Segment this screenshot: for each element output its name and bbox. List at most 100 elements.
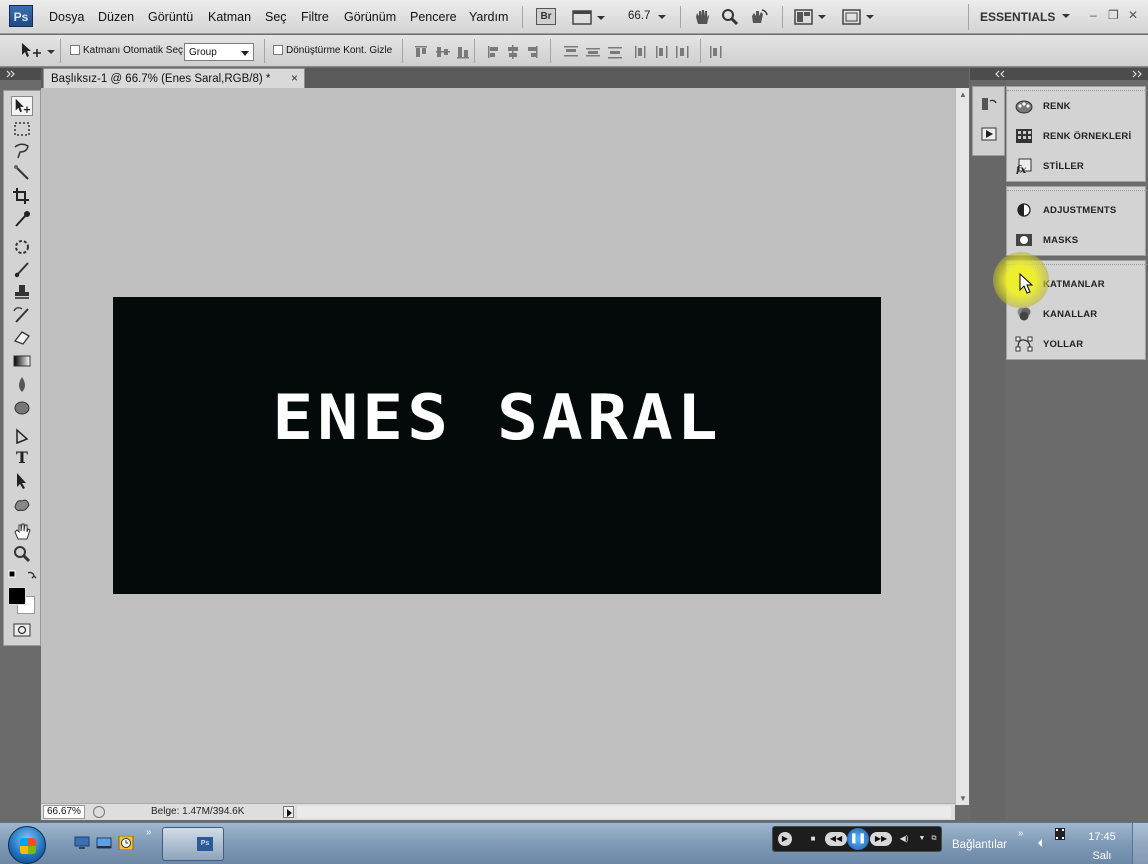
collapse-arrows-icon[interactable] (6, 70, 16, 78)
pause-button[interactable]: ❚❚ (847, 828, 869, 850)
canvas[interactable]: ENES SARAL (113, 297, 881, 594)
collapse-dock-icon[interactable] (1132, 70, 1144, 78)
panel-grip[interactable] (1007, 87, 1147, 91)
scroll-down-icon[interactable]: ▼ (959, 794, 967, 803)
foreground-color-swatch[interactable] (8, 587, 26, 605)
status-info-icon[interactable] (93, 806, 105, 818)
show-desktop-button[interactable] (1132, 823, 1148, 864)
horizontal-scrollbar[interactable] (297, 806, 951, 818)
menu-duzen[interactable]: Düzen (98, 10, 134, 24)
start-button[interactable] (8, 826, 46, 864)
close-document-icon[interactable]: × (291, 71, 298, 85)
minimize-button[interactable]: – (1090, 8, 1097, 22)
document-workspace[interactable]: ENES SARAL (41, 88, 955, 805)
vertical-scrollbar[interactable]: ▲ ▼ (955, 88, 969, 805)
expand-dock-icon[interactable] (994, 70, 1006, 78)
menu-gorunum[interactable]: Görünüm (344, 10, 396, 24)
custom-shape-tool-icon[interactable] (11, 495, 33, 515)
tray-toolbar-label[interactable]: Bağlantılar (952, 839, 1007, 851)
history-panel-icon[interactable] (981, 97, 997, 111)
pen-tool-icon[interactable] (11, 426, 33, 446)
panel-adjustments[interactable]: ADJUSTMENTS (1007, 196, 1147, 224)
media-dropdown-icon[interactable]: ▼ (915, 832, 929, 846)
rotate-view-icon[interactable] (748, 7, 770, 27)
move-tool-icon[interactable] (11, 96, 33, 116)
auto-select-checkbox[interactable] (70, 45, 80, 55)
previous-icon[interactable]: ◀◀ (825, 832, 847, 846)
volume-icon[interactable]: ◀) (897, 832, 911, 846)
close-window-button[interactable]: ✕ (1128, 8, 1138, 22)
menu-filtre[interactable]: Filtre (301, 10, 329, 24)
panel-grip[interactable] (1007, 187, 1147, 191)
panel-renk[interactable]: RENK (1007, 92, 1147, 120)
view-extras-icon[interactable] (572, 7, 606, 27)
move-tool-preset-icon[interactable] (18, 41, 58, 61)
status-menu-arrow[interactable] (283, 806, 294, 818)
tray-toolbar-chevron[interactable]: » (1018, 828, 1024, 839)
restore-player-icon[interactable]: ⧉ (929, 832, 939, 846)
clock-quicklaunch-icon[interactable] (118, 836, 134, 850)
zoom-tool-icon[interactable] (11, 544, 33, 564)
quick-selection-tool-icon[interactable] (11, 163, 33, 183)
menu-dosya[interactable]: Dosya (49, 10, 84, 24)
align-distribute-icons[interactable] (412, 43, 732, 61)
show-desktop-quicklaunch-icon[interactable] (96, 836, 112, 850)
panel-yollar[interactable]: YOLLAR (1007, 330, 1147, 358)
panel-stiller[interactable]: fx STİLLER (1007, 152, 1147, 180)
quicklaunch-chevron[interactable]: » (146, 827, 152, 838)
next-icon[interactable]: ▶▶ (870, 832, 892, 846)
restore-button[interactable]: ❐ (1108, 8, 1119, 22)
system-clock[interactable]: 17:45 Salı (1080, 828, 1124, 864)
crop-tool-icon[interactable] (11, 186, 33, 206)
eraser-tool-icon[interactable] (11, 327, 33, 347)
history-brush-tool-icon[interactable] (11, 305, 33, 325)
path-selection-tool-icon[interactable] (11, 471, 33, 491)
workspace-dropdown-icon[interactable] (1060, 8, 1072, 28)
blur-tool-icon[interactable] (11, 375, 33, 395)
masks-icon (1016, 234, 1032, 246)
menu-yardim[interactable]: Yardım (469, 10, 508, 24)
type-tool-icon[interactable]: T (11, 448, 33, 468)
lasso-tool-icon[interactable] (11, 141, 33, 161)
menu-katman[interactable]: Katman (208, 10, 251, 24)
zoom-tool-icon[interactable] (720, 7, 740, 27)
menu-goruntu[interactable]: Görüntü (148, 10, 193, 24)
hand-tool-icon[interactable] (692, 7, 712, 27)
hand-tool-icon[interactable] (11, 521, 33, 541)
arrange-documents-icon[interactable] (794, 7, 830, 27)
document-tab[interactable]: Başlıksız-1 @ 66.7% (Enes Saral,RGB/8) *… (43, 68, 305, 88)
panel-masks[interactable]: MASKS (1007, 226, 1147, 254)
screen-mode-icon[interactable] (842, 7, 878, 27)
show-hidden-icons-arrow[interactable] (1036, 838, 1044, 848)
dodge-tool-icon[interactable] (11, 398, 33, 418)
workspace-switcher[interactable]: ESSENTIALS (980, 10, 1055, 24)
menu-pencere[interactable]: Pencere (410, 10, 457, 24)
paths-icon (1015, 336, 1033, 352)
network-quicklaunch-icon[interactable] (74, 836, 90, 850)
spot-healing-tool-icon[interactable] (11, 237, 33, 257)
menu-sec[interactable]: Seç (265, 10, 287, 24)
media-player-icon[interactable]: ▶ (778, 832, 792, 846)
stop-icon[interactable]: ■ (806, 832, 820, 846)
zoom-dropdown-icon[interactable] (656, 7, 668, 27)
photoshop-task-button[interactable]: Ps (162, 827, 224, 861)
clone-stamp-tool-icon[interactable] (11, 282, 33, 302)
panel-renk-ornekleri[interactable]: RENK ÖRNEKLERİ (1007, 122, 1147, 150)
scroll-up-icon[interactable]: ▲ (959, 90, 967, 99)
toolbox-header[interactable] (0, 68, 41, 80)
transform-controls-checkbox[interactable] (273, 45, 283, 55)
zoom-level[interactable]: 66.7 (628, 10, 650, 30)
marquee-tool-icon[interactable] (11, 119, 33, 139)
gradient-tool-icon[interactable] (11, 351, 33, 371)
eyedropper-tool-icon[interactable] (11, 209, 33, 229)
swap-colors-icon[interactable] (8, 569, 38, 581)
chevron-down-icon (241, 51, 249, 56)
brush-tool-icon[interactable] (11, 259, 33, 279)
quick-mask-icon[interactable] (13, 623, 31, 637)
clock-time: 17:45 (1088, 831, 1116, 843)
auto-select-dropdown[interactable]: Group (184, 43, 254, 61)
film-tray-icon[interactable] (1054, 827, 1066, 841)
zoom-field[interactable]: 66.67% (43, 805, 85, 819)
bridge-button[interactable]: Br (536, 8, 556, 25)
actions-panel-icon[interactable] (981, 127, 997, 141)
